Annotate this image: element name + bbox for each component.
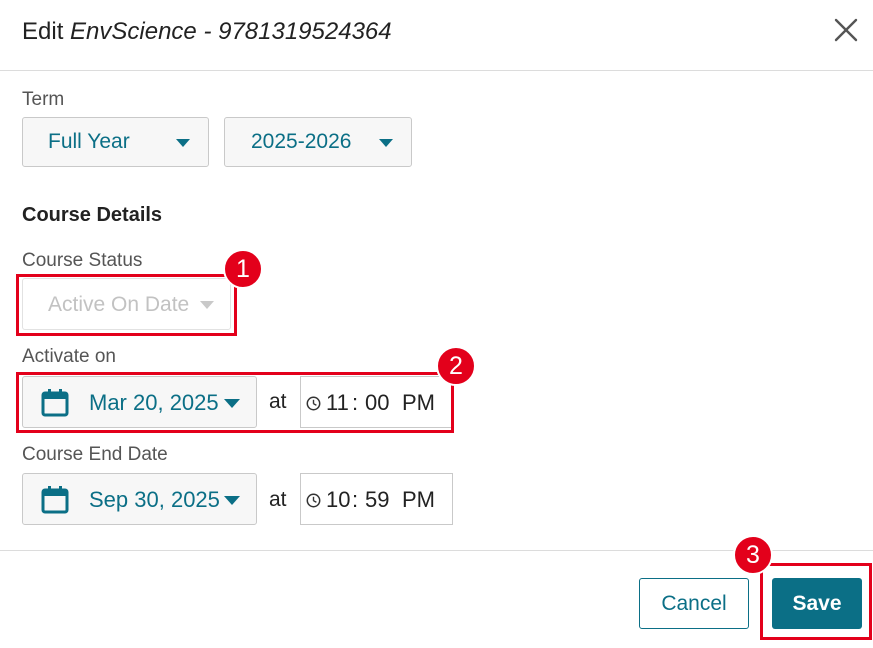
- close-button[interactable]: [832, 16, 860, 44]
- annotation-badge-2: 2: [436, 346, 476, 386]
- term-year-select[interactable]: 2025-2026: [224, 117, 412, 167]
- time-separator: :: [352, 487, 359, 512]
- chevron-down-icon: [176, 139, 190, 147]
- chevron-down-icon: [224, 496, 240, 505]
- end-ampm[interactable]: PM: [402, 487, 435, 513]
- clock-icon: [306, 396, 321, 411]
- end-hour[interactable]: 10: [326, 487, 350, 513]
- end-date-value: Sep 30, 2025: [89, 487, 220, 512]
- chevron-down-icon: [379, 139, 393, 147]
- close-icon: [834, 18, 858, 42]
- course-end-date-label: Course End Date: [22, 444, 168, 465]
- term-period-value: Full Year: [48, 130, 130, 153]
- end-minute[interactable]: 59: [365, 487, 389, 513]
- end-time-field[interactable]: 10 : 59 PM: [300, 473, 453, 525]
- course-status-select: Active On Date: [22, 278, 231, 330]
- course-name: EnvScience - 9781319524364: [70, 18, 392, 45]
- activate-date-picker[interactable]: Mar 20, 2025: [22, 376, 257, 428]
- activate-date-value: Mar 20, 2025: [89, 390, 219, 415]
- activate-time-field[interactable]: 11 : 00 PM: [300, 376, 452, 428]
- chevron-down-icon: [200, 301, 214, 309]
- annotation-badge-3: 3: [733, 535, 773, 575]
- title-prefix: Edit: [22, 18, 71, 45]
- term-period-select[interactable]: Full Year: [22, 117, 209, 167]
- cancel-button[interactable]: Cancel: [639, 578, 749, 629]
- end-date-picker[interactable]: Sep 30, 2025: [22, 473, 257, 525]
- activate-hour[interactable]: 11: [326, 390, 349, 416]
- activate-ampm[interactable]: PM: [402, 390, 435, 416]
- course-status-value: Active On Date: [48, 293, 190, 316]
- course-status-label: Course Status: [22, 250, 143, 271]
- term-year-value: 2025-2026: [251, 130, 352, 153]
- activate-on-label: Activate on: [22, 346, 116, 367]
- activate-at-label: at: [269, 390, 287, 413]
- dialog-header: Edit EnvScience - 9781319524364: [0, 0, 873, 71]
- time-separator: :: [352, 390, 359, 415]
- annotation-badge-1: 1: [223, 249, 263, 289]
- term-label: Term: [22, 89, 65, 110]
- course-details-heading: Course Details: [22, 204, 163, 226]
- edit-course-dialog: Edit EnvScience - 9781319524364 Term Ful…: [0, 0, 873, 648]
- chevron-down-icon: [224, 399, 240, 408]
- calendar-icon: [41, 486, 69, 514]
- clock-icon: [306, 493, 321, 508]
- activate-minute[interactable]: 00: [365, 390, 389, 416]
- end-at-label: at: [269, 488, 287, 511]
- dialog-title: Edit EnvScience - 9781319524364: [22, 18, 392, 46]
- calendar-icon: [41, 389, 69, 417]
- save-button[interactable]: Save: [772, 578, 862, 629]
